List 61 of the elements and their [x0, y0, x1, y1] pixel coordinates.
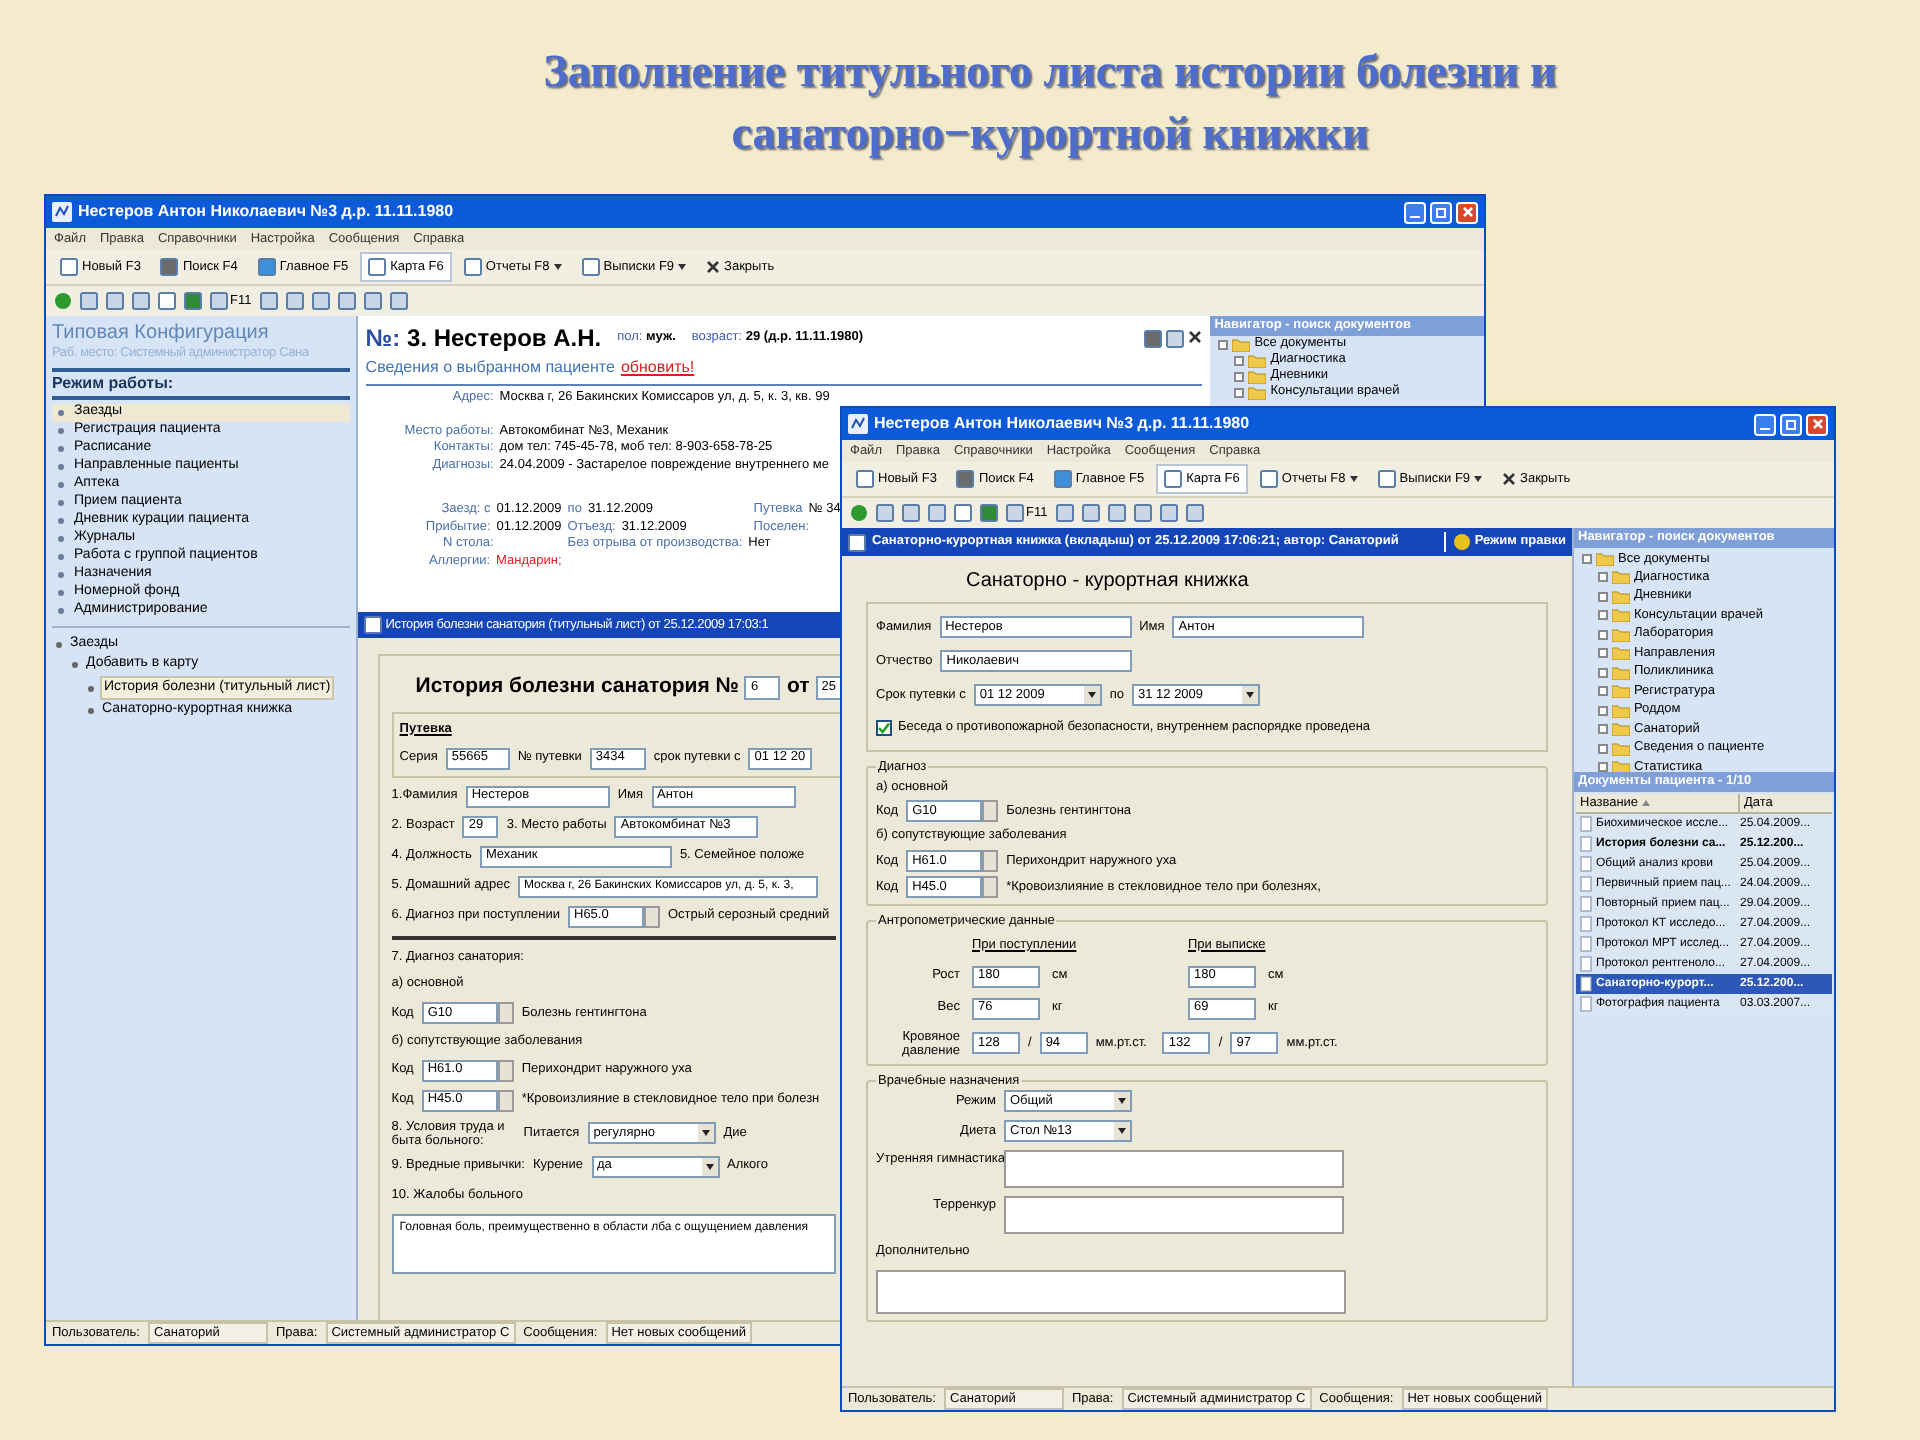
document-icon [363, 616, 382, 634]
form-heading: История болезни санатория № [415, 672, 739, 702]
patient-name: №: 3. Нестеров А.Н. [365, 322, 602, 356]
caret-icon [1114, 1092, 1130, 1111]
document-icon [581, 258, 600, 276]
close-icon [1188, 329, 1203, 343]
maximize-icon [1436, 207, 1446, 217]
lookup-button[interactable] [982, 850, 999, 872]
slide-title: Заполнение титульного листа истории болезни и [543, 44, 1557, 100]
caret-icon [1242, 686, 1258, 704]
caret-icon [553, 264, 562, 270]
caret-icon [678, 264, 687, 270]
lookup-button[interactable] [982, 800, 999, 823]
close-icon [1461, 206, 1473, 218]
minimize-button[interactable] [1404, 201, 1426, 223]
text-area[interactable] [1004, 1150, 1344, 1189]
caret-icon [697, 1124, 714, 1143]
lookup-button[interactable] [644, 905, 660, 927]
section-heading: Режим работы: [52, 371, 176, 396]
document-icon [463, 258, 482, 276]
lookup-button[interactable] [982, 876, 999, 898]
info-icon [1454, 534, 1471, 550]
text-area[interactable] [1004, 1196, 1344, 1235]
close-icon [1502, 472, 1517, 486]
document-icon [158, 292, 176, 310]
minimize-icon [1410, 215, 1420, 217]
close-icon [1811, 418, 1823, 430]
sort-icon [1642, 800, 1651, 806]
caret-icon [1349, 476, 1358, 482]
window-title: Нестеров Антон Николаевич №3 д.р. 11.11.1980 [874, 412, 1250, 436]
caret-icon [1114, 1122, 1130, 1141]
form-heading: от [786, 672, 810, 702]
app-icon [52, 202, 72, 222]
toolbar-icon-button[interactable] [954, 504, 972, 522]
document-icon [1259, 470, 1278, 488]
minimize-icon [1760, 427, 1770, 429]
section-heading: Сведения о выбранном пациенте [365, 356, 615, 380]
caret-icon [701, 1157, 718, 1176]
caret-icon [1083, 686, 1100, 704]
form-heading: Санаторно - курортная книжка [964, 568, 1251, 596]
minimize-button[interactable] [1754, 413, 1776, 435]
window-title: Нестеров Антон Николаевич №3 д.р. 11.11.1980 [78, 200, 454, 224]
refresh-link[interactable]: обновить! [620, 356, 695, 380]
caret-icon [1474, 476, 1483, 482]
toolbar-icon-button[interactable] [158, 292, 176, 310]
document-icon [856, 470, 874, 488]
maximize-button[interactable] [1430, 201, 1452, 223]
maximize-button[interactable] [1780, 413, 1802, 435]
document-icon [60, 258, 78, 276]
close-icon [706, 260, 721, 274]
sidebar-title: Типовая Конфигурация [52, 322, 271, 344]
checkbox[interactable] [876, 719, 892, 736]
maximize-icon [1786, 419, 1796, 429]
close-button[interactable] [1806, 413, 1828, 435]
document-icon [1377, 470, 1396, 488]
slide-title: санаторно−курортной книжки [731, 106, 1369, 162]
text-area[interactable] [876, 1270, 1346, 1314]
app-icon [848, 414, 868, 434]
close-button[interactable] [1456, 201, 1478, 223]
document-icon [848, 533, 866, 551]
document-icon [954, 504, 972, 522]
